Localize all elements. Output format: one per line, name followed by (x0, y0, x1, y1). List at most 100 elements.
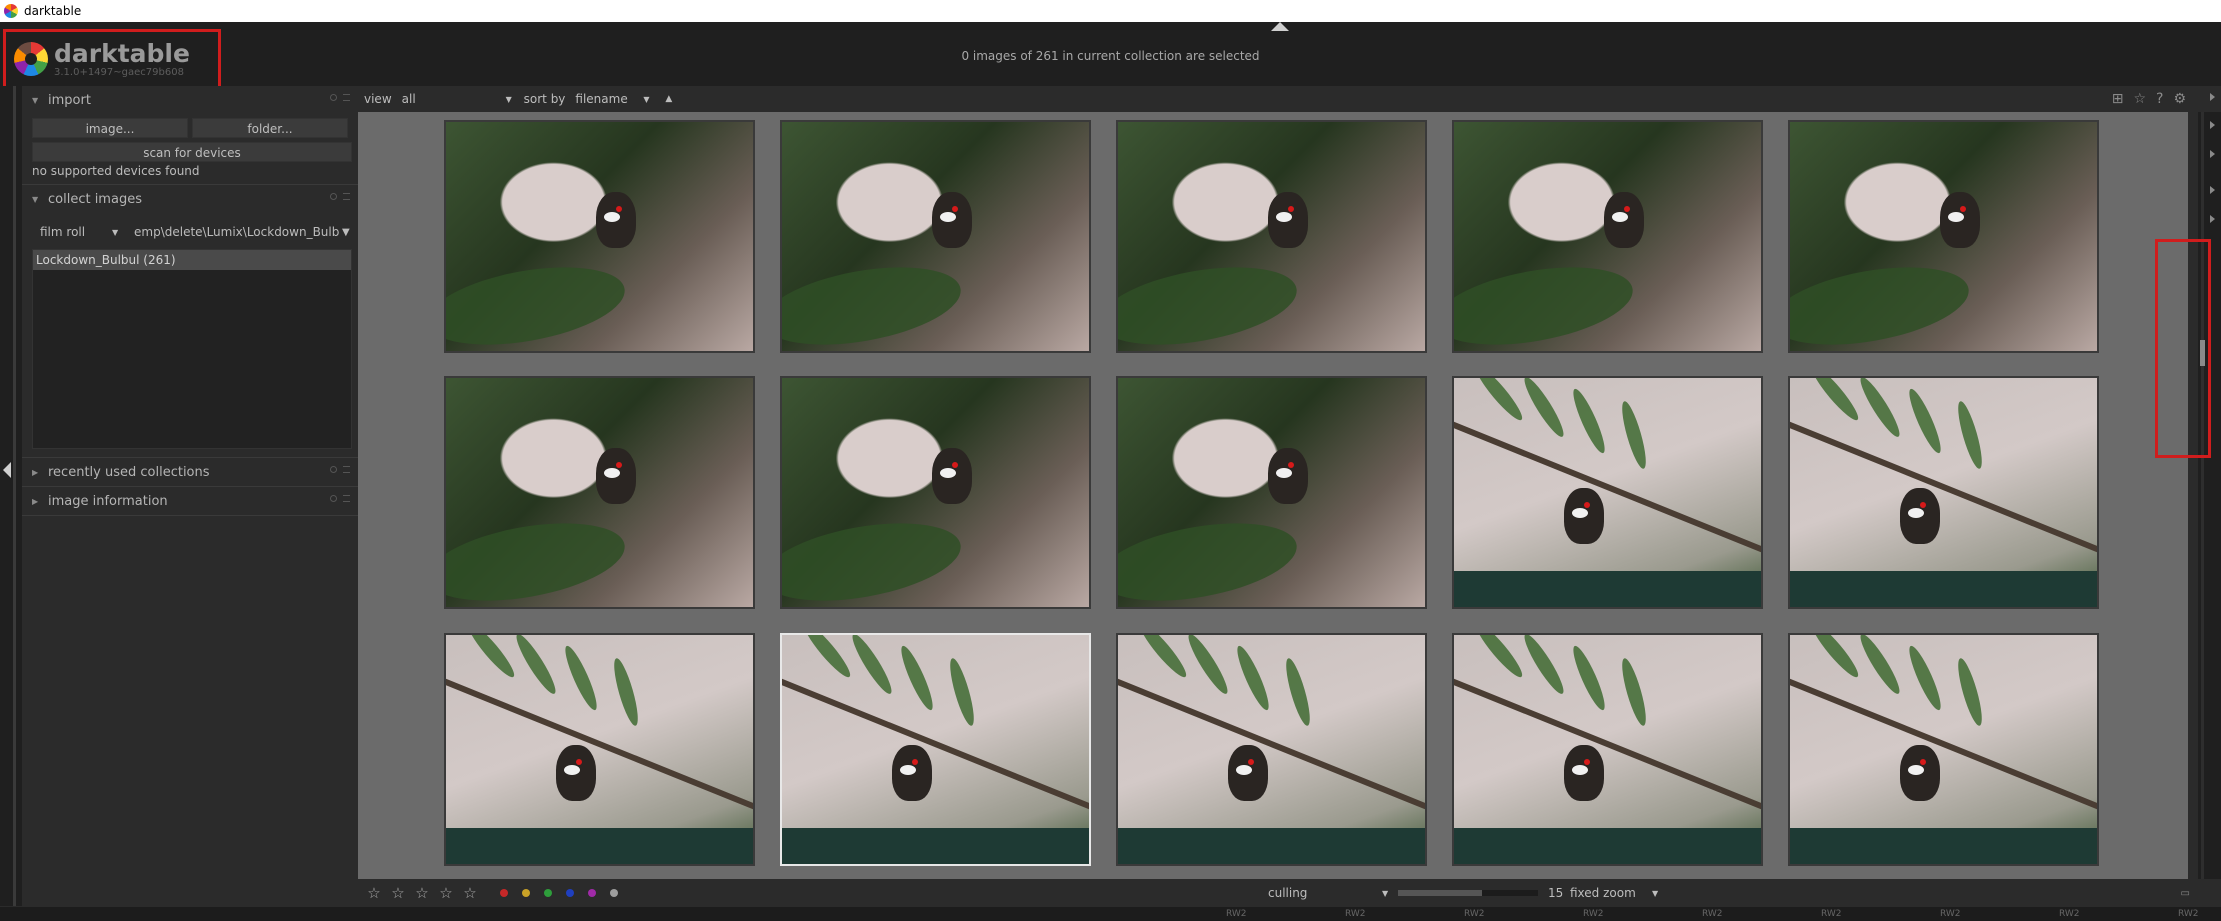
grid-scrollbar[interactable] (2201, 112, 2204, 879)
rating-star-icon[interactable]: ☆ (458, 884, 482, 902)
right-panel-arrow-icon[interactable] (2210, 93, 2215, 101)
logo-version: 3.1.0+1497~gaec79b608 (54, 66, 184, 78)
center-top-toolbar: view all ▼ sort by filename ▼ ▲ ⊞ ☆ ? ⚙ (358, 86, 2198, 112)
import-image-button[interactable]: image... (32, 118, 188, 138)
image-information-header[interactable]: ▶ image information (22, 487, 358, 515)
thumbnail[interactable] (444, 376, 755, 609)
right-module-arrow-icon[interactable] (2210, 150, 2215, 158)
preferences-gear-icon[interactable]: ⚙ (2173, 91, 2186, 107)
bird (1940, 192, 1980, 248)
rail (1118, 828, 1425, 864)
grouping-icon[interactable]: ⊞ (2112, 91, 2124, 107)
collect-module-header[interactable]: ▼ collect images (22, 185, 358, 213)
view-filter-select[interactable]: all (402, 92, 506, 106)
selection-status: 0 images of 261 in current collection ar… (961, 49, 1260, 63)
color-label-dot[interactable] (588, 889, 596, 897)
bird (932, 448, 972, 504)
import-folder-button[interactable]: folder... (192, 118, 348, 138)
right-module-arrow-icon[interactable] (2210, 121, 2215, 129)
collect-list-item[interactable]: Lockdown_Bulbul (261) (33, 250, 351, 270)
presets-icon[interactable] (343, 94, 350, 101)
filmstrip-label: RW2 (1702, 909, 1723, 919)
expand-triangle-icon: ▼ (32, 194, 39, 204)
filmstrip-label: RW2 (1226, 909, 1247, 919)
filmstrip[interactable]: RW2 RW2 RW2 RW2 RW2 RW2 RW2 RW2 RW2 (0, 907, 2221, 921)
thumbnail[interactable] (780, 633, 1091, 866)
thumbnail[interactable] (444, 120, 755, 353)
presets-icon[interactable] (343, 495, 350, 502)
presets-icon[interactable] (343, 466, 350, 473)
rule-menu-icon[interactable]: ▼ (342, 227, 350, 238)
rail (782, 828, 1089, 864)
filmstrip-label: RW2 (1940, 909, 1961, 919)
reset-icon[interactable] (330, 193, 337, 200)
window-titlebar: darktable (0, 0, 2221, 22)
color-label-dot[interactable] (610, 889, 618, 897)
color-label-dot[interactable] (566, 889, 574, 897)
sort-label: sort by (523, 92, 566, 106)
right-module-arrow-icon[interactable] (2210, 186, 2215, 194)
thumbnail[interactable] (1788, 633, 2099, 866)
collapsed-triangle-icon: ▶ (32, 467, 39, 477)
color-label-dot[interactable] (544, 889, 552, 897)
reset-icon[interactable] (330, 94, 337, 101)
rating-star-icon[interactable]: ☆ (362, 884, 386, 902)
thumbnail[interactable] (780, 120, 1091, 353)
left-panel-bottom (22, 879, 358, 907)
sort-order-icon[interactable]: ▲ (665, 94, 672, 104)
property-dropdown-icon[interactable]: ▼ (112, 228, 134, 237)
zoom-count[interactable]: 15 (1548, 886, 1570, 900)
collect-list: Lockdown_Bulbul (261) (32, 249, 352, 449)
rating-star-icon[interactable]: ☆ (386, 884, 410, 902)
bird (596, 448, 636, 504)
thumbnail[interactable] (1788, 120, 2099, 353)
zoom-mode-select[interactable]: fixed zoom (1570, 886, 1652, 900)
rail (1454, 571, 1761, 607)
rating-star-icon[interactable]: ☆ (434, 884, 458, 902)
zoom-mode-dropdown-icon[interactable]: ▼ (1652, 889, 1658, 898)
collect-module-title: collect images (48, 191, 142, 207)
reset-icon[interactable] (330, 466, 337, 473)
zoom-slider[interactable] (1398, 890, 1538, 896)
rating-star-icon[interactable]: ☆ (410, 884, 434, 902)
overlays-star-icon[interactable]: ☆ (2133, 91, 2146, 107)
import-module-title: import (48, 92, 91, 108)
thumbnail[interactable] (780, 376, 1091, 609)
recent-collections-header[interactable]: ▶ recently used collections (22, 458, 358, 486)
top-header: darktable 3.1.0+1497~gaec79b608 0 images… (0, 22, 2221, 89)
color-label-dot[interactable] (500, 889, 508, 897)
right-module-arrow-icon[interactable] (2210, 215, 2215, 223)
collect-rule-value[interactable]: emp\delete\Lumix\Lockdown_Bulbul (134, 225, 340, 239)
thumbnail[interactable] (1116, 120, 1427, 353)
toggle-filmstrip-icon[interactable]: ▭ (2181, 888, 2190, 899)
right-panel-edge (2198, 112, 2221, 879)
thumbnail[interactable] (1452, 120, 1763, 353)
scan-devices-button[interactable]: scan for devices (32, 142, 352, 162)
thumbnail[interactable] (1452, 633, 1763, 866)
sort-select[interactable]: filename (575, 92, 643, 106)
thumbnail[interactable] (1788, 376, 2099, 609)
collapse-top-panel-icon[interactable] (1271, 22, 1289, 31)
sort-dropdown-icon[interactable]: ▼ (643, 95, 665, 104)
thumbnail[interactable] (1452, 376, 1763, 609)
collect-rule-property[interactable]: film roll (40, 225, 112, 239)
help-icon[interactable]: ? (2156, 91, 2163, 107)
collapsed-triangle-icon: ▶ (32, 496, 39, 506)
view-dropdown-icon[interactable]: ▼ (506, 95, 524, 104)
filmstrip-label: RW2 (1583, 909, 1604, 919)
reset-icon[interactable] (330, 495, 337, 502)
filmstrip-label: RW2 (1821, 909, 1842, 919)
import-module-header[interactable]: ▼ import (22, 86, 358, 114)
thumbnail[interactable] (1116, 376, 1427, 609)
left-panel: ▼ import image... folder... scan for dev… (22, 86, 358, 906)
thumbnail[interactable] (444, 633, 755, 866)
collapse-left-panel-icon[interactable] (3, 462, 11, 478)
bird (932, 192, 972, 248)
layout-dropdown-icon[interactable]: ▼ (1382, 889, 1398, 898)
bird (892, 745, 932, 801)
filmstrip-label: RW2 (1464, 909, 1485, 919)
color-label-dot[interactable] (522, 889, 530, 897)
presets-icon[interactable] (343, 193, 350, 200)
thumbnail[interactable] (1116, 633, 1427, 866)
layout-mode-select[interactable]: culling (1268, 886, 1382, 900)
